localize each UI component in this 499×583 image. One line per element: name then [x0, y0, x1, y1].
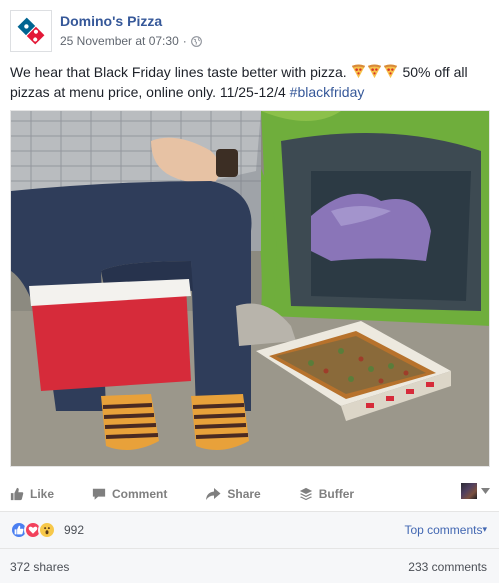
comments-count[interactable]: 233 comments: [408, 560, 487, 574]
hashtag-link[interactable]: #blackfriday: [290, 84, 365, 100]
reaction-count[interactable]: 992: [64, 523, 84, 537]
shares-bar: 372 shares 233 comments: [0, 549, 499, 583]
viewer-avatar: [461, 483, 477, 499]
pizza-emoji-icon: [351, 64, 365, 79]
wow-reaction-icon: [38, 521, 56, 539]
pizza-emoji-icon: [367, 64, 381, 79]
sock-left: [101, 394, 159, 450]
top-comments-label: Top comments: [404, 523, 483, 537]
chevron-down-icon: [481, 488, 490, 494]
buffer-stack-icon: [299, 487, 312, 501]
post-action-bar: Like Comment Share Buffer: [10, 481, 490, 507]
post-message: We hear that Black Friday lines taste be…: [10, 62, 490, 102]
post-text-part-1: We hear that Black Friday lines taste be…: [10, 64, 347, 80]
post-photo[interactable]: [10, 110, 490, 467]
post-meta: 25 November at 07:30 ·: [60, 34, 202, 48]
globe-icon[interactable]: [190, 35, 202, 47]
top-comments-dropdown[interactable]: Top comments▾: [404, 523, 487, 537]
facebook-post: Domino's Pizza 25 November at 07:30 · We…: [0, 0, 499, 583]
post-text-part-3: pizzas at menu price, online only. 11/25…: [10, 84, 286, 100]
buffer-label: Buffer: [318, 487, 355, 501]
like-button[interactable]: Like: [10, 487, 54, 501]
post-message-line-1: We hear that Black Friday lines taste be…: [10, 62, 490, 82]
shares-count[interactable]: 372 shares: [10, 560, 69, 574]
post-as-switcher[interactable]: [461, 483, 490, 499]
page-avatar[interactable]: [10, 10, 52, 52]
post-header: Domino's Pizza 25 November at 07:30 ·: [10, 10, 490, 54]
buffer-button[interactable]: Buffer: [299, 487, 354, 501]
speech-bubble-icon: [92, 488, 106, 500]
thumbs-up-icon: [10, 487, 24, 501]
dominos-logo-icon: [16, 16, 46, 46]
dropdown-arrow-icon: ▾: [482, 524, 487, 534]
comment-button[interactable]: Comment: [92, 487, 167, 501]
share-button[interactable]: Share: [205, 487, 261, 501]
page-name-link[interactable]: Domino's Pizza: [60, 13, 162, 29]
sock-right: [191, 394, 249, 450]
reactions-bar: 992 Top comments▾: [0, 512, 499, 548]
pizza-emoji-group: [351, 64, 403, 80]
post-message-line-2: pizzas at menu price, online only. 11/25…: [10, 82, 490, 102]
pizza-emoji-icon: [383, 64, 397, 79]
share-label: Share: [227, 487, 261, 501]
share-arrow-icon: [206, 488, 221, 500]
meta-separator: ·: [182, 34, 187, 48]
photo-illustration: [11, 111, 489, 466]
post-text-part-2: 50% off all: [402, 64, 468, 80]
comment-label: Comment: [112, 487, 168, 501]
post-timestamp[interactable]: 25 November at 07:30: [60, 34, 179, 48]
like-label: Like: [30, 487, 55, 501]
reaction-icons[interactable]: [10, 521, 56, 539]
